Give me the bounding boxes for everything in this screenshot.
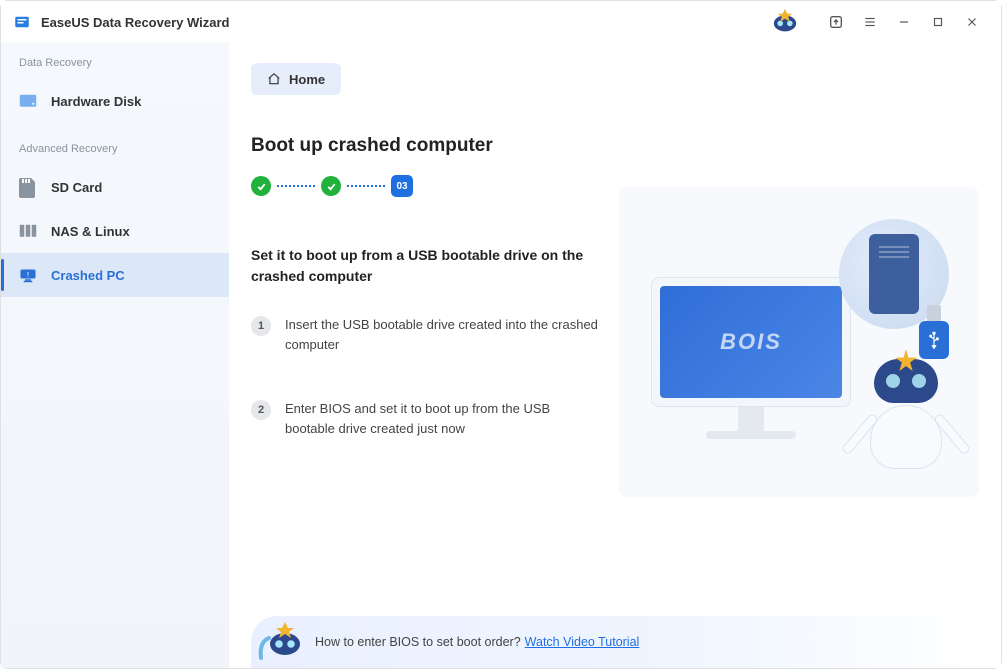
hardware-disk-icon	[19, 94, 37, 108]
menu-button[interactable]	[853, 5, 887, 39]
monitor-screen-text: BOIS	[660, 286, 842, 398]
monitor-graphic: BOIS	[651, 277, 851, 439]
crashed-pc-icon: !	[19, 268, 37, 282]
footer-link[interactable]: Watch Video Tutorial	[525, 635, 640, 649]
step-3-current: 03	[391, 175, 413, 197]
close-button[interactable]	[955, 5, 989, 39]
instruction-step-1: 1 Insert the USB bootable drive created …	[251, 315, 603, 355]
step-2-done	[321, 176, 341, 196]
robot-mascot	[851, 349, 961, 489]
home-button[interactable]: Home	[251, 63, 341, 95]
step-text: Enter BIOS and set it to boot up from th…	[285, 399, 603, 439]
sidebar-section-data-recovery: Data Recovery	[1, 57, 229, 79]
maximize-button[interactable]	[921, 5, 955, 39]
page-title: Boot up crashed computer	[251, 135, 979, 157]
step-connector	[347, 185, 385, 187]
illustration: BOIS	[619, 187, 979, 497]
footer-mascot-icon	[255, 618, 309, 662]
sidebar: Data Recovery Hardware Disk Advanced Rec…	[1, 43, 229, 668]
sidebar-item-crashed-pc[interactable]: ! Crashed PC	[1, 253, 229, 297]
sidebar-item-label: Hardware Disk	[51, 94, 141, 109]
instruction-step-2: 2 Enter BIOS and set it to boot up from …	[251, 399, 603, 439]
sidebar-item-nas-linux[interactable]: NAS & Linux	[1, 209, 229, 253]
instructions-heading: Set it to boot up from a USB bootable dr…	[251, 245, 603, 287]
step-1-done	[251, 176, 271, 196]
instructions: Set it to boot up from a USB bootable dr…	[251, 245, 603, 497]
content-area: Home Boot up crashed computer 03 Set it …	[229, 43, 1001, 668]
sidebar-item-label: NAS & Linux	[51, 224, 130, 239]
step-number: 1	[251, 316, 271, 336]
footer-text: How to enter BIOS to set boot order?	[315, 635, 521, 649]
step-number: 2	[251, 400, 271, 420]
sidebar-item-sd-card[interactable]: SD Card	[1, 165, 229, 209]
app-logo-icon	[13, 13, 31, 31]
svg-text:!: !	[27, 272, 29, 278]
sidebar-item-label: Crashed PC	[51, 268, 125, 283]
home-button-label: Home	[289, 72, 325, 87]
content-body: Set it to boot up from a USB bootable dr…	[251, 245, 979, 497]
footer-bar: How to enter BIOS to set boot order? Wat…	[251, 616, 979, 668]
minimize-button[interactable]	[887, 5, 921, 39]
sd-card-icon	[19, 180, 37, 194]
titlebar: EaseUS Data Recovery Wizard	[1, 1, 1001, 43]
sidebar-section-advanced-recovery: Advanced Recovery	[1, 143, 229, 165]
step-connector	[277, 185, 315, 187]
main-area: Data Recovery Hardware Disk Advanced Rec…	[1, 43, 1001, 668]
step-text: Insert the USB bootable drive created in…	[285, 315, 603, 355]
mascot-icon[interactable]	[769, 8, 801, 36]
sidebar-item-label: SD Card	[51, 180, 102, 195]
upload-button[interactable]	[819, 5, 853, 39]
nas-icon	[19, 224, 37, 238]
app-title: EaseUS Data Recovery Wizard	[41, 15, 229, 30]
sidebar-item-hardware-disk[interactable]: Hardware Disk	[1, 79, 229, 123]
